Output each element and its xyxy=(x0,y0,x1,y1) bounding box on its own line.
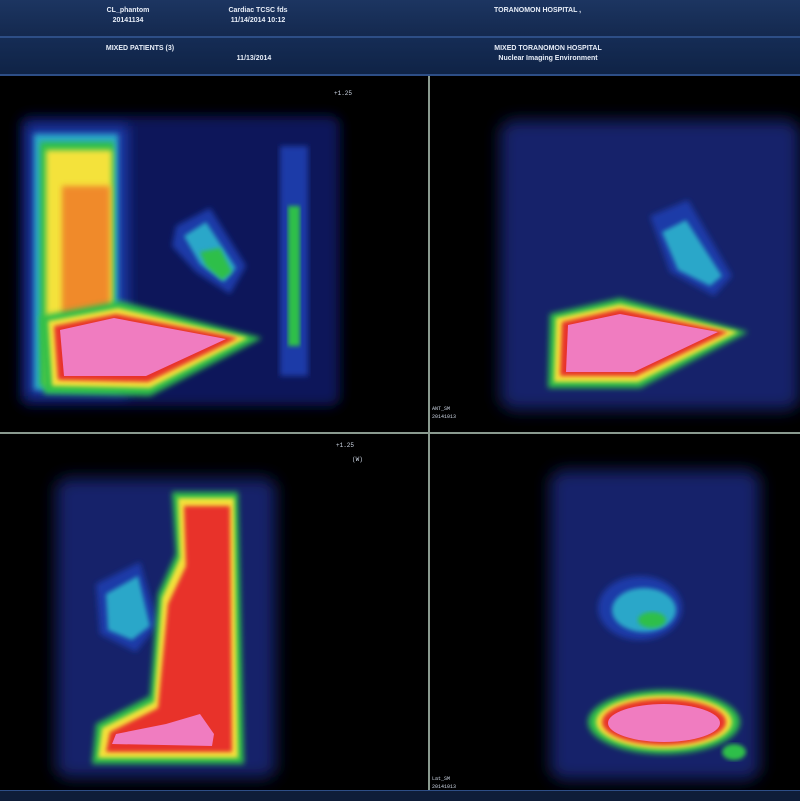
hospital-name: TORANOMON HOSPITAL , xyxy=(494,7,582,14)
image-panel-top-left[interactable]: +1.25 xyxy=(0,76,428,432)
view-label-bottom-right: Lat_SM xyxy=(432,776,451,782)
scale-label-bottom-left: +1.25 xyxy=(336,442,355,449)
patient-id: 20141134 xyxy=(112,17,144,24)
scale-label-top-left: +1.25 xyxy=(334,90,353,97)
view-date-top-right: 20141013 xyxy=(432,414,457,420)
scan-image-top-right xyxy=(500,120,800,410)
image-panel-top-right[interactable]: ANT_SM 20141013 xyxy=(430,76,800,432)
study-name: Cardiac TCSC fds xyxy=(228,7,288,14)
view-label-top-right: ANT_SM xyxy=(432,406,451,412)
patients-label: MIXED PATIENTS (3) xyxy=(105,45,175,52)
image-panel-bottom-right[interactable]: Lat_SM 20141013 xyxy=(430,434,800,800)
study-subheader-bar: MIXED PATIENTS (3) 11/13/2014 MIXED TORA… xyxy=(0,38,800,76)
panel-divider-vertical xyxy=(428,76,430,800)
marker-label-bottom-left: (W) xyxy=(352,456,363,463)
study-date: 11/13/2014 xyxy=(236,55,272,62)
study-datetime: 11/14/2014 10:12 xyxy=(230,17,286,24)
image-panel-bottom-left[interactable]: +1.25 (W) xyxy=(0,434,428,800)
image-viewer[interactable]: +1.25 ANT_SM 20141013 +1.25 (W) Lat_SM 2… xyxy=(0,76,800,800)
study-header-bar: CL_phantom 20141134 Cardiac TCSC fds 11/… xyxy=(0,0,800,38)
status-bar xyxy=(0,790,800,801)
scan-image-bottom-right xyxy=(550,470,760,780)
institution-name: MIXED TORANOMON HOSPITAL xyxy=(494,45,602,52)
department-name: Nuclear Imaging Environment xyxy=(498,55,598,62)
patient-name: CL_phantom xyxy=(106,7,150,14)
scan-image-top-left xyxy=(20,116,340,406)
scan-image-bottom-left xyxy=(56,478,276,778)
panel-divider-horizontal xyxy=(0,432,800,434)
